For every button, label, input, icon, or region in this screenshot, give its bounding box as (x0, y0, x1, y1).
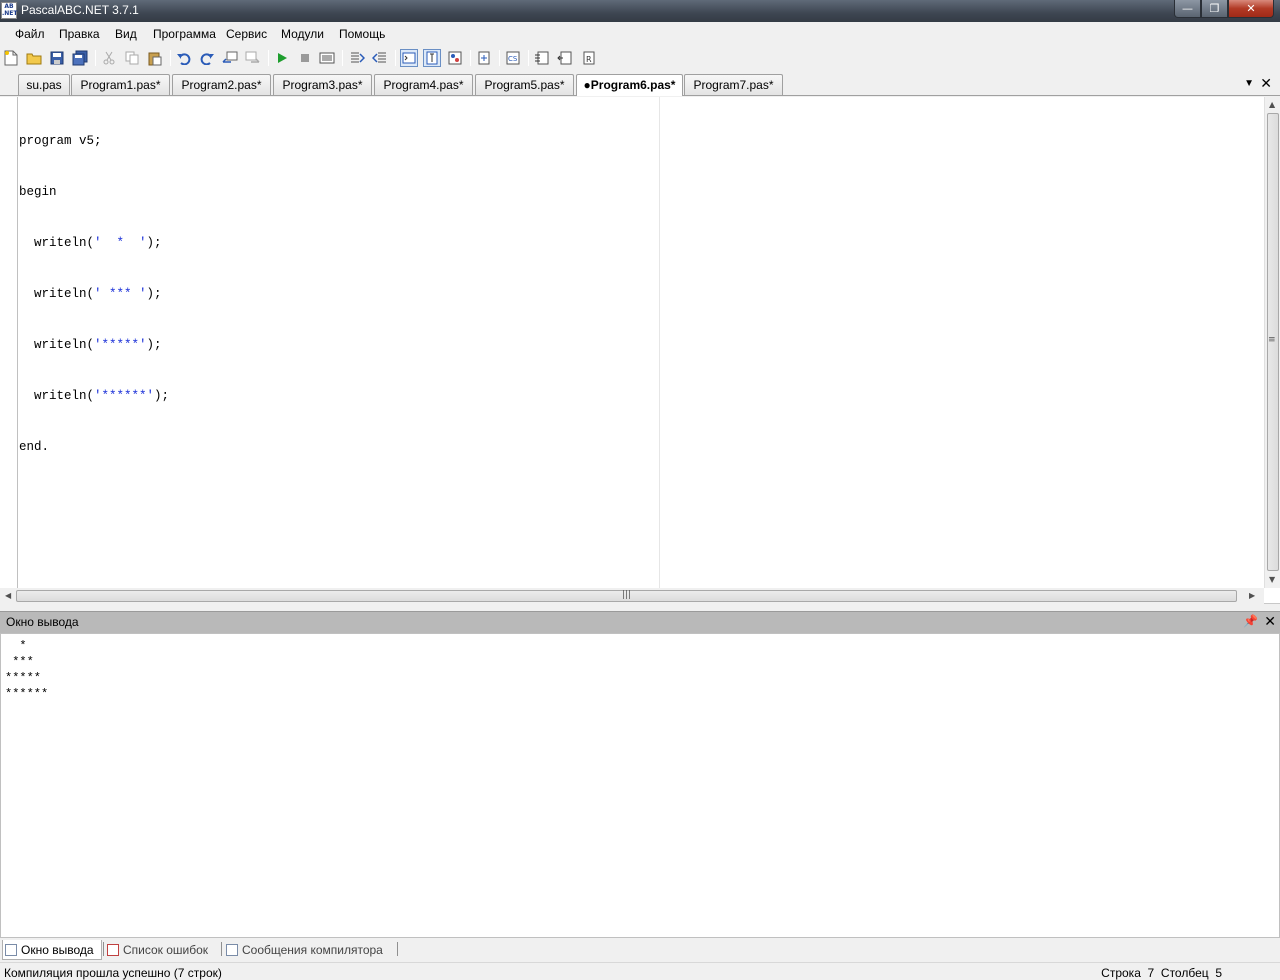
editor-tab-strip: su.pas Program1.pas* Program2.pas* Progr… (0, 72, 1280, 96)
module-run-icon[interactable]: R (579, 49, 597, 67)
tab-separator (103, 942, 104, 956)
toolbar-separator (528, 50, 529, 66)
tab-output-window[interactable]: Окно вывода (2, 940, 102, 960)
cursor-position: Строка 7 Столбец 5 (1101, 966, 1222, 980)
tab-program5[interactable]: Program5.pas* (475, 74, 574, 95)
output-window[interactable]: * *** ***** ****** (0, 633, 1280, 938)
error-list-icon (107, 944, 119, 956)
maximize-button[interactable]: ❐ (1201, 0, 1228, 18)
menu-bar: Файл Правка Вид Программа Сервис Модули … (0, 22, 1280, 44)
tab-su-pas[interactable]: su.pas (18, 74, 70, 95)
output-window-icon (5, 944, 17, 956)
code-line: begin (19, 185, 57, 199)
stop-icon[interactable] (296, 49, 314, 67)
minimize-button[interactable]: — (1174, 0, 1201, 18)
redo-icon[interactable] (198, 49, 216, 67)
menu-program[interactable]: Программа (153, 27, 216, 41)
undo-icon[interactable] (175, 49, 193, 67)
output-text: * *** ***** ****** (5, 639, 49, 701)
tab-error-list[interactable]: Список ошибок (107, 940, 219, 960)
menu-modules[interactable]: Модули (281, 27, 324, 41)
output-panel-header: Окно вывода 📌 ✕ (0, 611, 1280, 633)
editor-right-margin (659, 97, 660, 588)
compile-icon[interactable] (318, 49, 336, 67)
code-format-icon[interactable] (446, 49, 464, 67)
code-line: writeln('******'); (19, 389, 170, 403)
grip-icon: ≡ (1268, 335, 1276, 345)
menu-help[interactable]: Помощь (339, 27, 385, 41)
tab-separator (221, 942, 222, 956)
close-window-button[interactable]: ✕ (1228, 0, 1274, 18)
scroll-right-icon[interactable]: ▶ (1249, 591, 1255, 600)
compiler-messages-icon (226, 944, 238, 956)
editor-vertical-scrollbar[interactable]: ▲ ≡ ▼ (1264, 97, 1280, 588)
status-message: Компиляция прошла успешно (7 строк) (4, 966, 222, 980)
toolbar-separator (342, 50, 343, 66)
status-bar: Компиляция прошла успешно (7 строк) Стро… (0, 962, 1280, 980)
paste-icon[interactable] (146, 49, 164, 67)
navigate-forward-icon[interactable] (244, 49, 262, 67)
toolbar-separator (95, 50, 96, 66)
step-over-icon[interactable] (348, 49, 366, 67)
menu-service[interactable]: Сервис (226, 27, 267, 41)
copy-icon[interactable] (123, 49, 141, 67)
scroll-down-icon[interactable]: ▼ (1269, 575, 1275, 584)
tab-program6[interactable]: ●Program6.pas* (576, 74, 683, 96)
scroll-left-icon[interactable]: ◀ (5, 591, 11, 600)
toolbar-separator (470, 50, 471, 66)
step-into-icon[interactable] (371, 49, 389, 67)
tab-program2[interactable]: Program2.pas* (172, 74, 271, 95)
code-text[interactable]: program v5; begin writeln(' * '); writel… (19, 99, 169, 490)
module-up-icon[interactable] (556, 49, 574, 67)
output-panel-title: Окно вывода (6, 615, 79, 629)
menu-edit[interactable]: Правка (59, 27, 100, 41)
toolbar-separator (268, 50, 269, 66)
menu-view[interactable]: Вид (115, 27, 137, 41)
module-icon[interactable] (533, 49, 551, 67)
svg-text:CS: CS (508, 55, 518, 63)
tab-list-dropdown-icon[interactable]: ▼ (1244, 78, 1254, 89)
tab-compiler-messages[interactable]: Сообщения компилятора (226, 940, 396, 960)
new-file-icon[interactable] (2, 49, 20, 67)
menu-file[interactable]: Файл (15, 27, 45, 41)
title-bar: AB .NET PascalABC.NET 3.7.1 — ❐ ✕ (0, 0, 1280, 22)
watch-icon[interactable]: CS (504, 49, 522, 67)
tab-program3[interactable]: Program3.pas* (273, 74, 372, 95)
editor-gutter (0, 97, 18, 588)
tab-program4[interactable]: Program4.pas* (374, 74, 473, 95)
toolbar: CS R (0, 44, 1280, 72)
code-line: program v5; (19, 134, 102, 148)
output-window-icon[interactable] (400, 49, 418, 67)
tab-program7[interactable]: Program7.pas* (684, 74, 783, 95)
code-editor[interactable]: program v5; begin writeln(' * '); writel… (0, 97, 1280, 604)
bottom-tab-bar: Окно вывода Список ошибок Сообщения комп… (0, 938, 1280, 960)
cut-icon[interactable] (100, 49, 118, 67)
grip-icon: ||| (622, 590, 632, 600)
run-icon[interactable] (273, 49, 291, 67)
open-folder-icon[interactable] (25, 49, 43, 67)
svg-text:R: R (586, 55, 592, 64)
navigate-back-icon[interactable] (221, 49, 239, 67)
tab-separator (397, 942, 398, 956)
close-output-icon[interactable]: ✕ (1264, 613, 1276, 630)
toolbar-separator (170, 50, 171, 66)
close-tab-icon[interactable]: ✕ (1260, 75, 1272, 92)
toolbar-separator (395, 50, 396, 66)
editor-horizontal-scrollbar[interactable]: ◀ ||| ▶ (0, 588, 1264, 604)
code-line: writeln(' *** '); (19, 287, 162, 301)
save-all-icon[interactable] (71, 49, 89, 67)
code-line: writeln(' * '); (19, 236, 162, 250)
code-line: end. (19, 440, 50, 454)
tab-program1[interactable]: Program1.pas* (71, 74, 170, 95)
pin-icon[interactable]: 📌 (1243, 614, 1258, 628)
window-title: PascalABC.NET 3.7.1 (21, 3, 139, 17)
scroll-up-icon[interactable]: ▲ (1269, 100, 1275, 109)
app-logo-icon: AB .NET (1, 2, 18, 19)
form-designer-icon[interactable] (423, 49, 441, 67)
debug-icon[interactable] (475, 49, 493, 67)
save-icon[interactable] (48, 49, 66, 67)
toolbar-separator (499, 50, 500, 66)
code-line: writeln('*****'); (19, 338, 162, 352)
